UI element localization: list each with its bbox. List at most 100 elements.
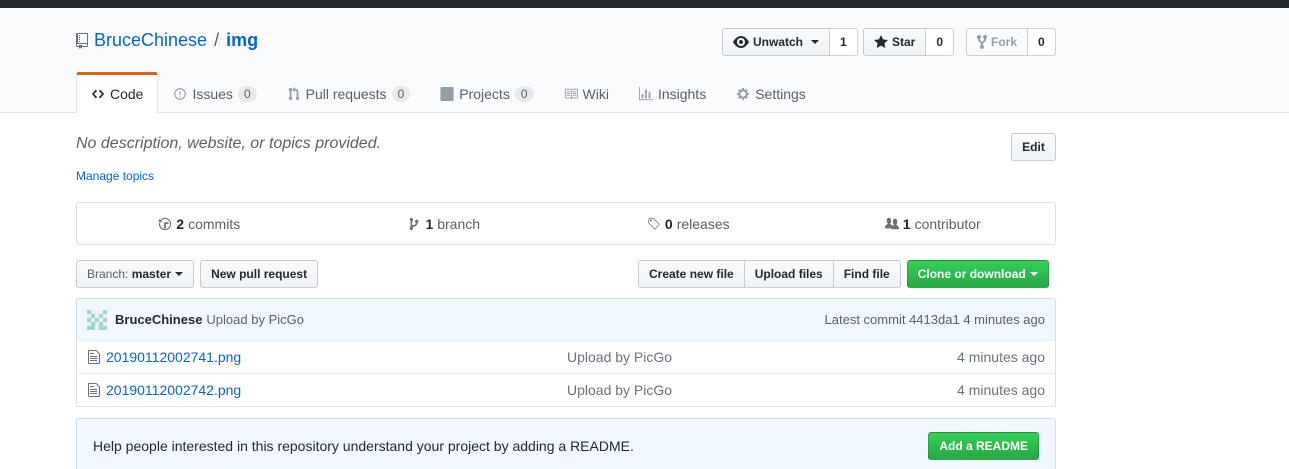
people-icon <box>884 217 899 229</box>
tab-issues[interactable]: Issues 0 <box>158 72 271 113</box>
find-file-button[interactable]: Find file <box>832 260 901 288</box>
unwatch-button[interactable]: Unwatch <box>722 28 831 56</box>
star-label: Star <box>892 35 916 49</box>
gear-icon <box>737 87 750 100</box>
file-list: 20190112002741.png Upload by PicGo 4 min… <box>76 340 1056 407</box>
releases-label: releases <box>676 215 730 232</box>
file-icon <box>88 350 100 364</box>
commit-author[interactable]: BruceChinese <box>115 312 202 327</box>
repo-name: img <box>226 30 259 50</box>
branch-name: master <box>131 267 172 281</box>
commit-message[interactable]: Upload by PicGo <box>206 312 304 327</box>
tab-wiki[interactable]: Wiki <box>549 72 624 113</box>
star-button[interactable]: Star <box>863 28 927 56</box>
repo-nav-tabs: Code Issues 0 Pull requests 0 Projects 0… <box>76 72 821 114</box>
avatar[interactable] <box>87 309 107 330</box>
tab-pull-requests-label: Pull requests <box>305 85 387 102</box>
fork-icon <box>977 34 987 50</box>
repo-description: No description, website, or topics provi… <box>76 135 382 152</box>
repo-name-link[interactable]: img <box>226 30 258 51</box>
repo-owner-link[interactable]: BruceChinese <box>94 30 207 51</box>
contributor-label: contributor <box>914 215 981 232</box>
commits-count: 2 <box>176 215 185 232</box>
chevron-down-icon <box>175 272 184 276</box>
watch-group: Unwatch 1 <box>722 28 858 56</box>
edit-description-button[interactable]: Edit <box>1011 133 1056 161</box>
pull-request-icon <box>288 86 299 100</box>
chevron-down-icon <box>811 40 820 44</box>
releases-summary[interactable]: 0 releases <box>566 203 811 244</box>
issues-counter: 0 <box>237 85 257 102</box>
repo-title: BruceChinese / img <box>76 30 258 51</box>
watchers-count[interactable]: 1 <box>830 28 858 56</box>
file-commit-message[interactable]: Upload by PicGo <box>567 349 957 365</box>
file-actions-group: Create new file Upload files Find file <box>638 260 901 288</box>
latest-commit-bar: BruceChinese Upload by PicGo Latest comm… <box>76 298 1056 341</box>
tab-code-label: Code <box>110 86 144 102</box>
fork-button[interactable]: Fork <box>966 28 1029 56</box>
eye-icon <box>733 36 749 48</box>
latest-commit-prefix: Latest commit <box>824 312 906 327</box>
branch-icon <box>410 217 419 230</box>
fork-group: Fork 0 <box>966 28 1056 56</box>
code-icon <box>91 89 105 99</box>
tab-projects[interactable]: Projects 0 <box>425 72 548 113</box>
pull-requests-counter: 0 <box>391 85 411 102</box>
tab-wiki-label: Wiki <box>582 85 609 102</box>
manage-topics-link[interactable]: Manage topics <box>76 169 154 183</box>
contributors-summary[interactable]: 1 contributor <box>811 203 1056 244</box>
file-age: 4 minutes ago <box>957 349 1045 365</box>
branch-prefix: Branch: <box>87 267 129 281</box>
chevron-down-icon <box>1029 272 1038 276</box>
contributor-count: 1 <box>902 215 911 232</box>
tab-insights-label: Insights <box>657 85 707 102</box>
issue-icon <box>174 87 187 100</box>
readme-prompt: Help people interested in this repositor… <box>76 418 1056 469</box>
file-actions: Create new file Upload files Find file C… <box>638 260 1049 288</box>
latest-commit-info: Latest commit 4413da1 4 minutes ago <box>825 312 1045 327</box>
table-row: 20190112002742.png Upload by PicGo 4 min… <box>77 373 1055 406</box>
tab-settings[interactable]: Settings <box>721 72 821 113</box>
clone-or-download-button[interactable]: Clone or download <box>906 260 1049 288</box>
unwatch-label: Unwatch <box>753 35 804 49</box>
table-row: 20190112002741.png Upload by PicGo 4 min… <box>77 340 1055 373</box>
commits-summary[interactable]: 2 commits <box>77 203 322 244</box>
file-name-link[interactable]: 20190112002741.png <box>106 349 567 365</box>
graph-icon <box>638 86 653 100</box>
fork-label: Fork <box>991 35 1018 49</box>
releases-count: 0 <box>664 215 673 232</box>
branch-select-button[interactable]: Branch: master <box>76 260 195 288</box>
star-group: Star 0 <box>863 28 955 56</box>
commit-age: 4 minutes ago <box>963 312 1045 327</box>
file-name-link[interactable]: 20190112002742.png <box>106 382 567 398</box>
commit-sha[interactable]: 4413da1 <box>909 312 960 327</box>
stars-count[interactable]: 0 <box>926 28 955 56</box>
tab-code[interactable]: Code <box>76 72 159 114</box>
file-commit-message[interactable]: Upload by PicGo <box>567 382 957 398</box>
add-readme-button[interactable]: Add a README <box>928 431 1039 460</box>
create-new-file-button[interactable]: Create new file <box>638 260 745 288</box>
projects-counter: 0 <box>514 85 534 102</box>
file-icon <box>88 383 100 397</box>
upload-files-button[interactable]: Upload files <box>743 260 834 288</box>
file-age: 4 minutes ago <box>957 382 1045 398</box>
tab-insights[interactable]: Insights <box>624 72 721 113</box>
branch-count: 1 <box>425 215 434 232</box>
repo-path-separator: / <box>214 30 220 50</box>
tab-pull-requests[interactable]: Pull requests 0 <box>272 72 426 113</box>
branch-summary[interactable]: 1 branch <box>322 203 567 244</box>
new-pull-request-button[interactable]: New pull request <box>200 260 319 288</box>
history-icon <box>159 217 172 230</box>
readme-prompt-text: Help people interested in this repositor… <box>93 437 634 454</box>
branch-label: branch <box>437 215 481 232</box>
forks-count[interactable]: 0 <box>1028 28 1056 56</box>
star-icon <box>874 35 888 48</box>
project-icon <box>440 86 454 101</box>
tab-settings-label: Settings <box>755 85 806 102</box>
tab-projects-label: Projects <box>459 85 510 102</box>
tag-icon <box>648 217 660 229</box>
top-header-bar <box>0 0 1289 8</box>
commits-label: commits <box>188 215 241 232</box>
repo-icon <box>76 32 88 49</box>
repo-summary-bar: 2 commits 1 branch 0 releases 1 contribu… <box>76 202 1056 245</box>
